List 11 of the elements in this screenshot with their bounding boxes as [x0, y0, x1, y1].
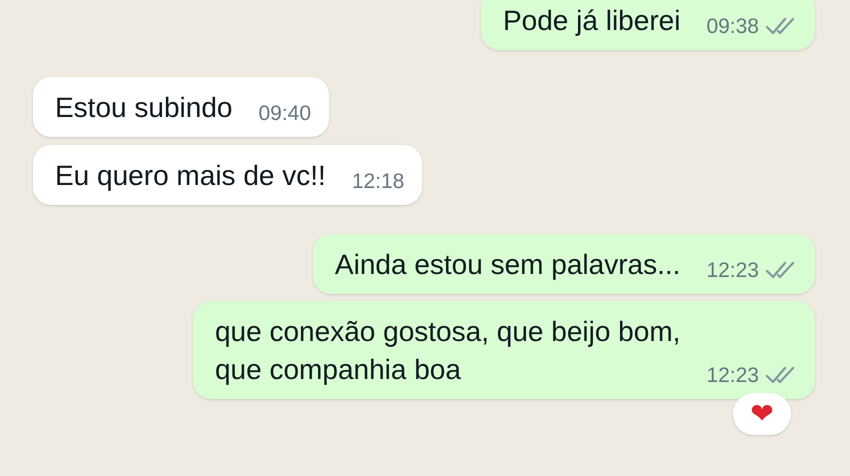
message-text: que conexão gostosa, que beijo bom, que companhia boa	[214, 315, 680, 387]
message-time: 09:40	[258, 100, 312, 126]
message-text: Ainda estou sem palavras...	[334, 248, 680, 282]
message-time: 12:23	[706, 362, 759, 388]
message-time: 12:23	[706, 258, 759, 284]
message-text: Estou subindo	[55, 91, 232, 125]
message-text: Pode já liberei	[502, 4, 680, 38]
message-text: Eu quero mais de vc!!	[55, 159, 326, 193]
message-time: 09:38	[706, 14, 759, 40]
message-time: 12:18	[352, 168, 404, 194]
heart-reaction[interactable]: ❤	[733, 393, 791, 435]
